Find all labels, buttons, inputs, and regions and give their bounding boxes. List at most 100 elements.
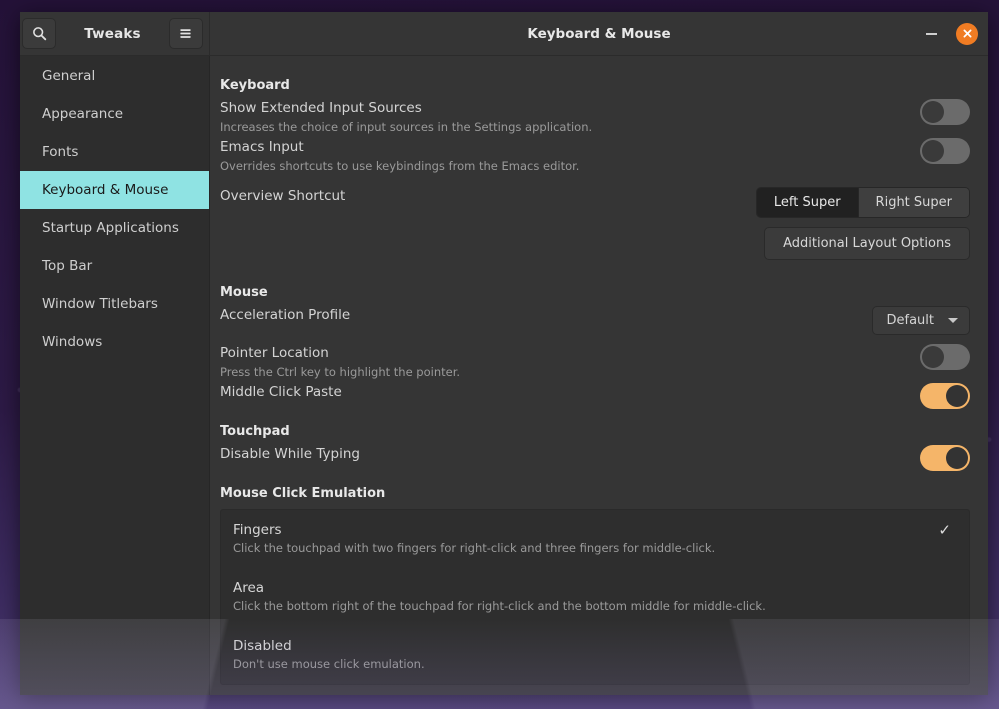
setting-subtitle: Increases the choice of input sources in… [220, 119, 592, 135]
disable-while-typing-toggle[interactable] [920, 445, 970, 471]
setting-labels: Overview Shortcut [220, 186, 359, 207]
setting-control [920, 98, 970, 125]
toggle-knob [922, 140, 944, 162]
settings-content: Keyboard Show Extended Input Sources Inc… [210, 56, 988, 695]
selected-check-icon: ✓ [938, 521, 951, 540]
sidebar-item-window-titlebars[interactable]: Window Titlebars [20, 285, 209, 323]
setting-pointer-location: Pointer Location Press the Ctrl key to h… [220, 342, 970, 381]
setting-title: Show Extended Input Sources [220, 98, 592, 119]
window-controls [920, 23, 978, 45]
pointer-location-toggle[interactable] [920, 344, 970, 370]
setting-control [920, 382, 970, 409]
overview-shortcut-segmented-control: Left Super Right Super [756, 187, 970, 218]
keyboard-group-title: Keyboard [220, 78, 970, 93]
sidebar-item-general[interactable]: General [20, 57, 209, 95]
option-title: Disabled [233, 637, 425, 656]
sidebar-item-fonts[interactable]: Fonts [20, 133, 209, 171]
setting-title: Acceleration Profile [220, 305, 350, 326]
setting-show-extended-input-sources: Show Extended Input Sources Increases th… [220, 97, 970, 136]
setting-title: Middle Click Paste [220, 382, 342, 403]
setting-control [920, 137, 970, 164]
option-labels: Fingers Click the touchpad with two fing… [233, 521, 715, 556]
mouse-click-emulation-list: Fingers Click the touchpad with two fing… [220, 509, 970, 685]
sidebar-item-label: Appearance [42, 106, 123, 122]
setting-middle-click-paste: Middle Click Paste [220, 381, 970, 410]
sidebar-item-label: Fonts [42, 144, 78, 160]
sidebar-item-label: Startup Applications [42, 220, 179, 236]
sidebar-item-label: General [42, 68, 95, 84]
acceleration-profile-dropdown[interactable]: Default [872, 306, 971, 335]
setting-acceleration-profile: Acceleration Profile Default [220, 304, 970, 336]
mouse-group-title: Mouse [220, 285, 970, 300]
toggle-knob [946, 385, 968, 407]
minimize-icon [926, 33, 937, 35]
overview-shortcut-left-super-option[interactable]: Left Super [757, 188, 859, 217]
option-subtitle: Click the bottom right of the touchpad f… [233, 598, 766, 614]
app-title: Tweaks [84, 26, 140, 42]
mouse-click-emulation-group-title: Mouse Click Emulation [220, 486, 970, 501]
sidebar-item-keyboard-and-mouse[interactable]: Keyboard & Mouse [20, 171, 209, 209]
setting-labels: Show Extended Input Sources Increases th… [220, 98, 606, 135]
hamburger-menu-icon [178, 27, 193, 40]
setting-control: Left Super Right Super [756, 186, 970, 218]
setting-labels: Acceleration Profile [220, 305, 364, 326]
setting-control [920, 444, 970, 471]
setting-labels: Middle Click Paste [220, 382, 356, 403]
setting-labels: Disable While Typing [220, 444, 374, 465]
sidebar: General Appearance Fonts Keyboard & Mous… [20, 56, 210, 695]
toggle-knob [946, 447, 968, 469]
show-extended-input-sources-toggle[interactable] [920, 99, 970, 125]
header-bar-sidebar-section: Tweaks [20, 12, 210, 55]
middle-click-paste-toggle[interactable] [920, 383, 970, 409]
overview-shortcut-right-super-option[interactable]: Right Super [859, 188, 969, 217]
setting-labels: Emacs Input Overrides shortcuts to use k… [220, 137, 593, 174]
header-bar-main-section: Keyboard & Mouse [210, 12, 988, 55]
close-icon [962, 28, 973, 39]
sidebar-item-windows[interactable]: Windows [20, 323, 209, 361]
option-subtitle: Don't use mouse click emulation. [233, 656, 425, 672]
search-icon [32, 26, 47, 41]
sidebar-item-appearance[interactable]: Appearance [20, 95, 209, 133]
sidebar-item-label: Keyboard & Mouse [42, 182, 168, 198]
touchpad-group-title: Touchpad [220, 424, 970, 439]
tweaks-window: Tweaks Keyboard & Mouse [20, 12, 988, 695]
close-button[interactable] [956, 23, 978, 45]
option-labels: Disabled Don't use mouse click emulation… [233, 637, 425, 672]
acceleration-profile-value: Default [887, 313, 935, 328]
option-title: Fingers [233, 521, 715, 540]
chevron-down-icon [948, 318, 958, 323]
click-emulation-option-area[interactable]: Area Click the bottom right of the touch… [221, 568, 969, 626]
setting-overview-shortcut: Overview Shortcut Left Super Right Super [220, 185, 970, 219]
click-emulation-option-fingers[interactable]: Fingers Click the touchpad with two fing… [221, 510, 969, 568]
setting-disable-while-typing: Disable While Typing [220, 443, 970, 472]
setting-title: Disable While Typing [220, 444, 360, 465]
setting-title: Pointer Location [220, 343, 460, 364]
sidebar-item-label: Top Bar [42, 258, 92, 274]
setting-subtitle: Press the Ctrl key to highlight the poin… [220, 364, 460, 380]
sidebar-item-top-bar[interactable]: Top Bar [20, 247, 209, 285]
setting-emacs-input: Emacs Input Overrides shortcuts to use k… [220, 136, 970, 175]
search-button[interactable] [22, 18, 56, 49]
setting-title: Emacs Input [220, 137, 579, 158]
option-labels: Area Click the bottom right of the touch… [233, 579, 766, 614]
toggle-knob [922, 101, 944, 123]
sidebar-item-label: Window Titlebars [42, 296, 158, 312]
setting-labels: Pointer Location Press the Ctrl key to h… [220, 343, 474, 380]
main-menu-button[interactable] [169, 18, 203, 49]
setting-subtitle: Overrides shortcuts to use keybindings f… [220, 158, 579, 174]
additional-layout-options-row: Additional Layout Options [220, 225, 970, 261]
window-body: General Appearance Fonts Keyboard & Mous… [20, 56, 988, 695]
header-bar: Tweaks Keyboard & Mouse [20, 12, 988, 56]
setting-control: Default [872, 305, 971, 335]
minimize-button[interactable] [920, 23, 942, 45]
sidebar-item-startup-applications[interactable]: Startup Applications [20, 209, 209, 247]
additional-layout-options-button[interactable]: Additional Layout Options [764, 227, 970, 260]
desktop-background: Tweaks Keyboard & Mouse [0, 0, 999, 709]
click-emulation-option-disabled[interactable]: Disabled Don't use mouse click emulation… [221, 626, 969, 684]
emacs-input-toggle[interactable] [920, 138, 970, 164]
setting-title: Overview Shortcut [220, 186, 345, 207]
sidebar-item-label: Windows [42, 334, 102, 350]
option-title: Area [233, 579, 766, 598]
option-subtitle: Click the touchpad with two fingers for … [233, 540, 715, 556]
setting-control: Additional Layout Options [764, 226, 970, 260]
